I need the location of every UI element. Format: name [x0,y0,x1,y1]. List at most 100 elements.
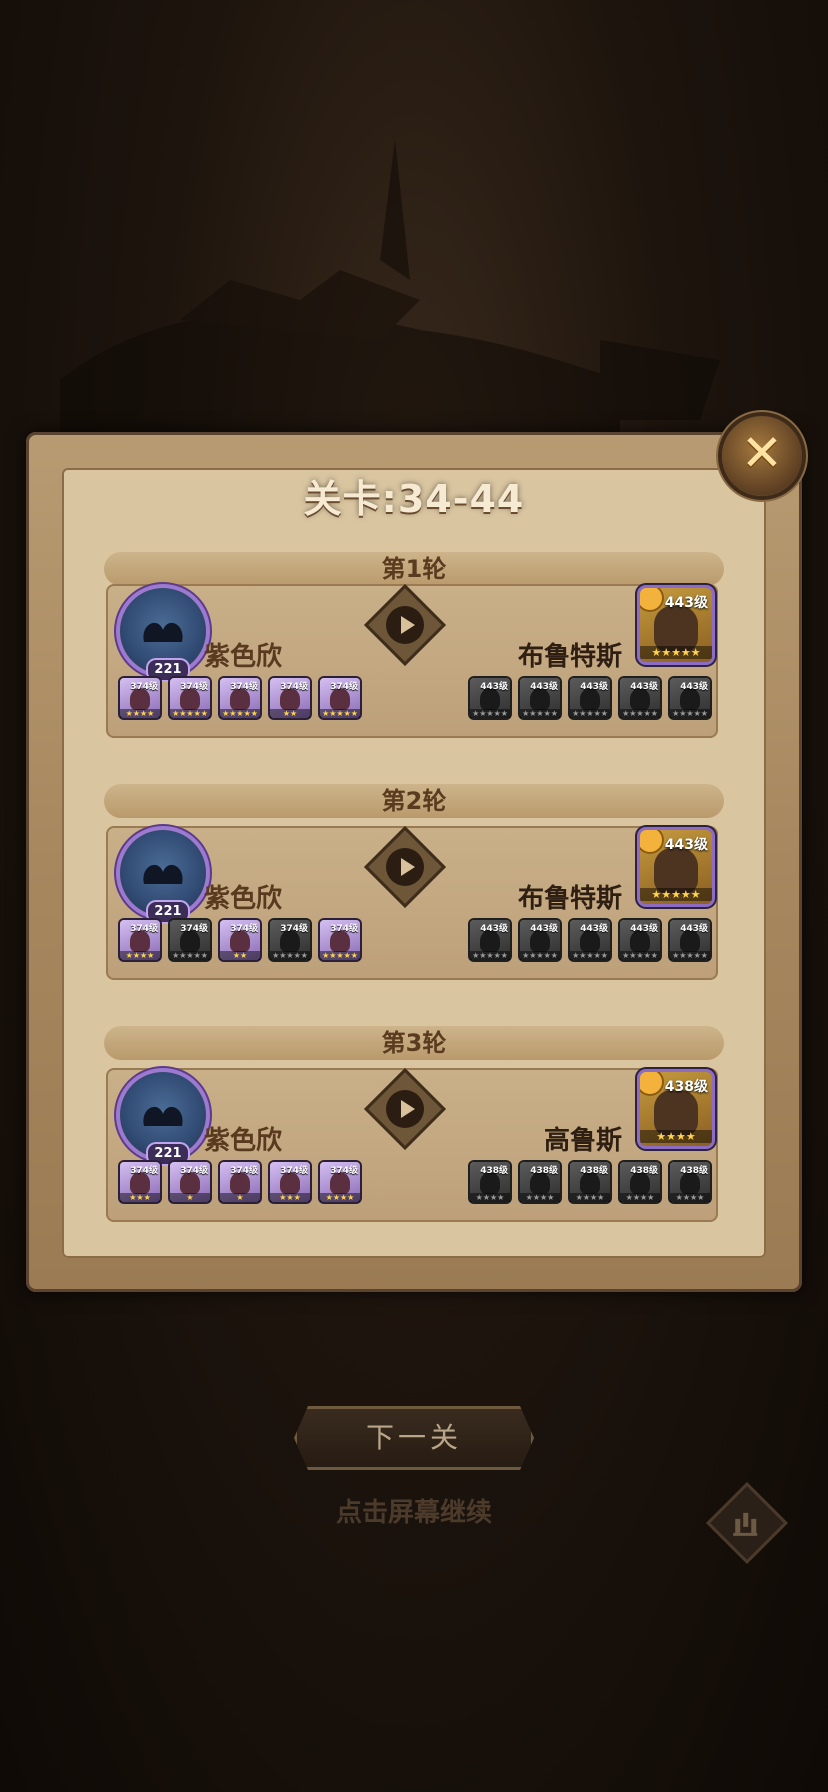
hero-slot[interactable]: 374级 ★★★★★ [270,920,310,960]
sun-faction-icon [640,830,662,852]
enemy-slot[interactable]: 438级 ★★★★ [470,1162,510,1202]
enemy-level: 443级 [630,924,658,934]
hero-slot[interactable]: 374级 ★★★★★ [320,678,360,718]
enemy-boss-portrait[interactable]: 438级 ★★★★ [640,1072,712,1146]
round-header: 第3轮 [104,1026,724,1060]
enemy-name: 布鲁特斯 [517,884,622,914]
enemy-slot[interactable]: 443级 ★★★★★ [620,678,660,718]
enemy-slot[interactable]: 438级 ★★★★ [570,1162,610,1202]
hero-slot[interactable]: 374级 ★★★★ [120,920,160,960]
hero-stars: ★★★★★ [320,951,360,960]
replay-button[interactable] [363,583,447,667]
hero-slot[interactable]: 374级 ★ [220,1162,260,1202]
enemy-stars: ★★★★★ [470,709,510,718]
hero-stars: ★★★★★ [170,709,210,718]
round-header: 第2轮 [104,784,724,818]
hero-level: 374级 [280,924,308,934]
enemy-stars: ★★★★★ [520,951,560,960]
enemy-name: 高鲁斯 [543,1126,622,1156]
player-level: 221 [148,660,188,680]
hero-slot[interactable]: 374级 ★ [170,1162,210,1202]
next-stage-button[interactable]: 下一关 [294,1406,534,1470]
enemy-level: 443级 [680,682,708,692]
enemy-slot[interactable]: 443级 ★★★★★ [520,920,560,960]
enemy-slot[interactable]: 443级 ★★★★★ [470,678,510,718]
replay-button[interactable] [363,1067,447,1151]
hero-level: 374级 [280,1166,308,1176]
enemy-level: 443级 [680,924,708,934]
enemy-slot[interactable]: 443级 ★★★★★ [570,920,610,960]
boss-stars: ★★★★★ [640,646,712,659]
enemy-level: 443级 [530,924,558,934]
player-level: 221 [148,902,188,922]
enemy-level: 443级 [530,682,558,692]
enemy-slot[interactable]: 443级 ★★★★★ [670,920,710,960]
enemy-slot[interactable]: 438级 ★★★★ [520,1162,560,1202]
replay-button[interactable] [363,825,447,909]
play-icon [386,848,424,886]
tap-to-continue-hint[interactable]: 点击屏幕继续 [0,1492,828,1529]
enemy-slot[interactable]: 438级 ★★★★ [620,1162,660,1202]
hero-slot[interactable]: 374级 ★★★ [270,1162,310,1202]
hero-level: 374级 [130,682,158,692]
enemy-slot[interactable]: 443级 ★★★★★ [570,678,610,718]
hero-slot[interactable]: 374级 ★★★★ [320,1162,360,1202]
hero-slot[interactable]: 374级 ★★★★★ [170,678,210,718]
enemy-stars: ★★★★ [570,1193,610,1202]
hero-slot[interactable]: 374级 ★★ [220,920,260,960]
hero-level: 374级 [130,924,158,934]
heart-hands-icon [143,622,183,642]
enemy-slot[interactable]: 438级 ★★★★ [670,1162,710,1202]
player-team: 374级 ★★★ 374级 ★ 374级 ★ 374级 ★★★ 374级 ★★★★ [120,1162,360,1202]
hero-stars: ★★ [270,709,310,718]
hero-slot[interactable]: 374级 ★★★★★ [170,920,210,960]
enemy-slot[interactable]: 443级 ★★★★★ [670,678,710,718]
hero-level: 374级 [230,1166,258,1176]
hero-stars: ★★★★★ [220,709,260,718]
hero-level: 374级 [180,924,208,934]
close-button[interactable]: ✕ [722,416,802,496]
enemy-level: 438级 [680,1166,708,1176]
enemy-team: 443级 ★★★★★ 443级 ★★★★★ 443级 ★★★★★ 443级 ★★★★★ … [470,678,710,718]
player-level: 221 [148,1144,188,1164]
play-icon [386,606,424,644]
round-card: 221 紫色欣 高鲁斯 438级 ★★★★ 374级 ★★★ 374级 ★ 374级… [106,1067,718,1222]
player-avatar[interactable]: 221 [120,588,206,680]
enemy-level: 443级 [480,682,508,692]
enemy-level: 438级 [630,1166,658,1176]
enemy-team: 443级 ★★★★★ 443级 ★★★★★ 443级 ★★★★★ 443级 ★★★★★ … [470,920,710,960]
stats-icon [733,1510,758,1536]
player-name: 紫色欣 [204,642,283,672]
boss-level: 438级 [664,1079,708,1095]
player-avatar[interactable]: 221 [120,1072,206,1164]
hero-stars: ★★★ [270,1193,310,1202]
player-team: 374级 ★★★★ 374级 ★★★★★ 374级 ★★★★★ 374级 ★★ 374级… [120,678,360,718]
enemy-slot[interactable]: 443级 ★★★★★ [520,678,560,718]
enemy-boss-portrait[interactable]: 443级 ★★★★★ [640,830,712,904]
hero-stars: ★★ [220,951,260,960]
player-name: 紫色欣 [204,1126,283,1156]
hero-stars: ★★★★ [120,951,160,960]
hero-stars: ★★★ [120,1193,160,1202]
boss-level: 443级 [664,837,708,853]
round-card: 221 紫色欣 布鲁特斯 443级 ★★★★★ 374级 ★★★★ 374级 ★★★… [106,825,718,980]
player-team: 374级 ★★★★ 374级 ★★★★★ 374级 ★★ 374级 ★★★★★ 374级… [120,920,360,960]
enemy-stars: ★★★★ [470,1193,510,1202]
hero-slot[interactable]: 374级 ★★★★ [120,678,160,718]
enemy-slot[interactable]: 443级 ★★★★★ [620,920,660,960]
enemy-stars: ★★★★ [520,1193,560,1202]
enemy-slot[interactable]: 443级 ★★★★★ [470,920,510,960]
enemy-boss-portrait[interactable]: 443级 ★★★★★ [640,588,712,662]
hero-slot[interactable]: 374级 ★★★ [120,1162,160,1202]
hero-level: 374级 [330,682,358,692]
hero-slot[interactable]: 374级 ★★ [270,678,310,718]
enemy-stars: ★★★★★ [470,951,510,960]
boss-stars: ★★★★★ [640,888,712,901]
player-avatar[interactable]: 221 [120,830,206,922]
enemy-stars: ★★★★★ [670,951,710,960]
hero-slot[interactable]: 374级 ★★★★★ [220,678,260,718]
enemy-stars: ★★★★★ [570,709,610,718]
hero-level: 374级 [230,682,258,692]
hero-slot[interactable]: 374级 ★★★★★ [320,920,360,960]
hero-stars: ★★★★ [320,1193,360,1202]
